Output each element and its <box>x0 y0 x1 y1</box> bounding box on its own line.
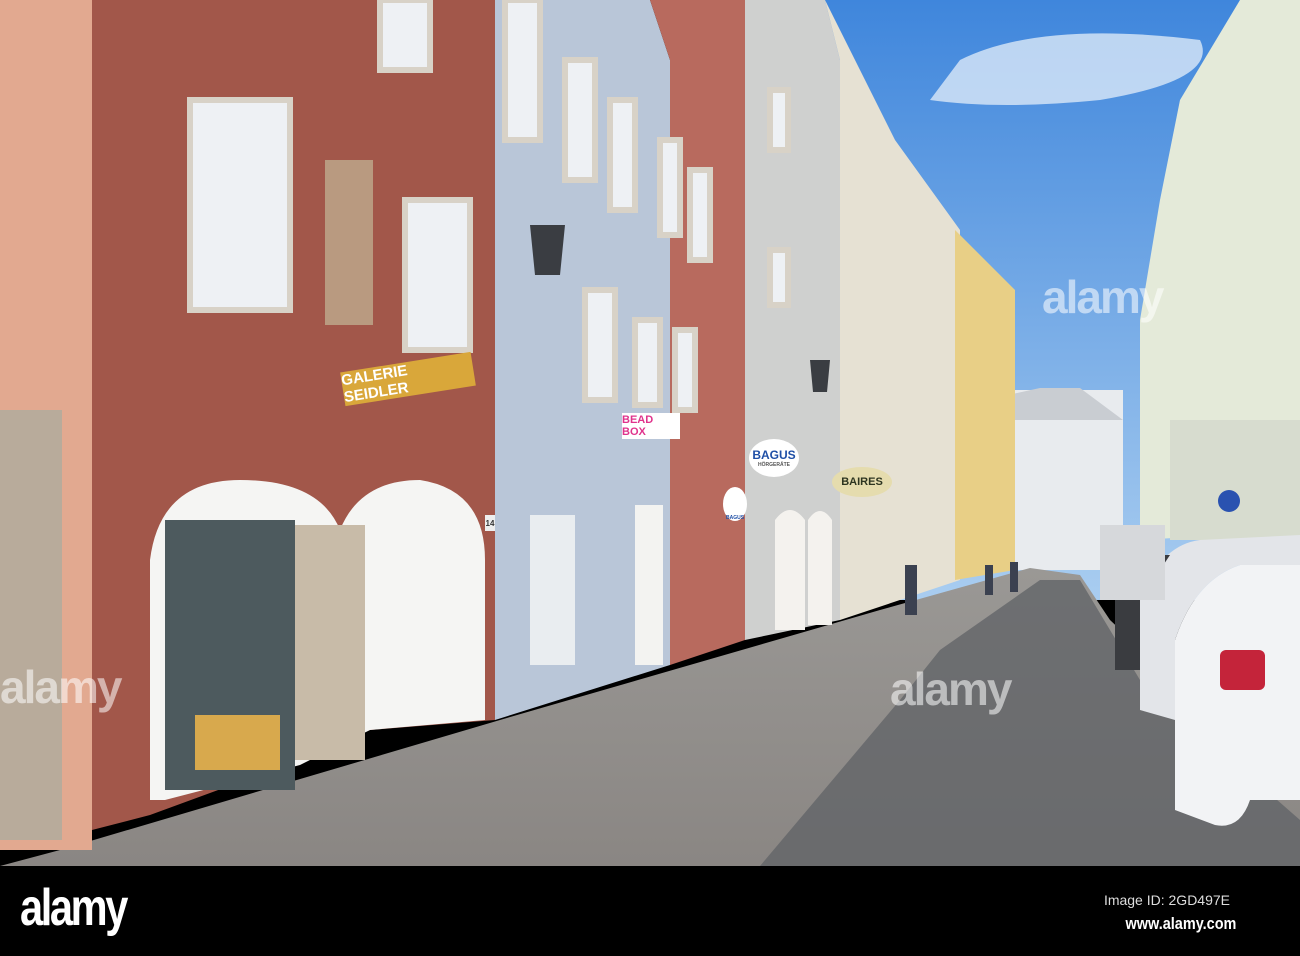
watermark: alamy <box>0 661 122 713</box>
yellow-facade <box>955 230 1015 580</box>
watermark: alamy <box>890 663 1012 715</box>
shop-door <box>635 505 663 665</box>
image-id: Image ID: 2GD497E <box>1103 892 1230 908</box>
no-parking-sign <box>1218 490 1240 512</box>
pink-doorframe <box>0 410 62 840</box>
right-lower-facade <box>1170 420 1300 540</box>
street-photo: GALERIE SEIDLER BEAD BOX BAGUS HÖRGERÄTE… <box>0 0 1300 956</box>
street-lamp <box>530 225 565 275</box>
house-number: 14 <box>485 515 495 531</box>
bead-box-sign: BEAD BOX <box>622 413 680 439</box>
arcade-arches <box>775 510 832 630</box>
footer-strip: alamy Image ID: 2GD497E www.alamy.com <box>0 866 1300 956</box>
car-taillight <box>1220 650 1265 690</box>
bagus-sign: BAGUS HÖRGERÄTE <box>749 439 799 477</box>
bagus-title: BAGUS <box>752 448 796 462</box>
street-lamp-2 <box>810 360 830 392</box>
watermark: alamy <box>1042 271 1164 323</box>
bagus-subtitle: HÖRGERÄTE <box>758 462 790 468</box>
baires-sign: BAIRES <box>832 467 892 497</box>
display-box <box>195 715 280 770</box>
van <box>1100 525 1165 600</box>
wall-plaque <box>325 160 373 325</box>
white-car <box>1175 565 1300 826</box>
blue-shop-entrance <box>530 515 575 665</box>
alamy-logo: alamy <box>20 879 128 937</box>
site-url: www.alamy.com <box>1125 914 1236 933</box>
bagus-small-sign: BAGUS <box>723 487 747 521</box>
stone-pillar <box>295 525 365 760</box>
